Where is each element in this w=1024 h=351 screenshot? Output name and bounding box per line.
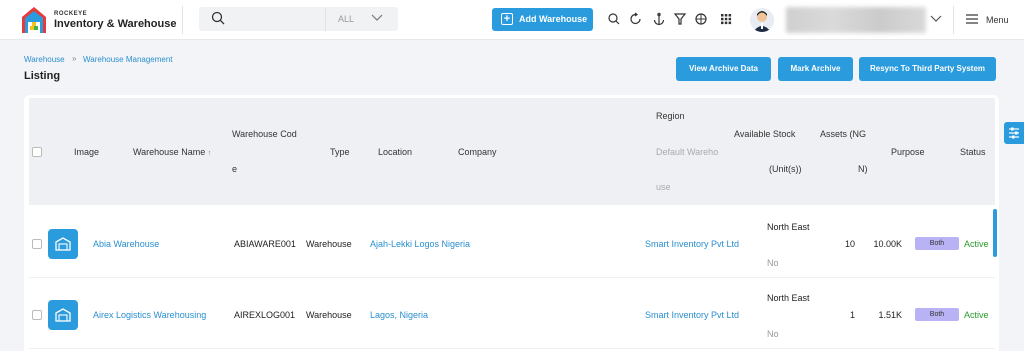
warehouse-icon [48, 229, 78, 259]
available-stock: 10 [844, 239, 855, 249]
column-settings-toggle[interactable] [1004, 122, 1024, 144]
globe-icon[interactable] [694, 12, 708, 26]
add-warehouse-label: Add Warehouse [519, 14, 588, 24]
warehouse-code: AIREXLOG001 [234, 310, 296, 320]
col-default-warehouse: Default Wareho [656, 147, 719, 157]
page-title: Listing [24, 70, 61, 82]
purpose-badge: Both [915, 237, 959, 250]
add-warehouse-button[interactable]: + Add Warehouse [492, 8, 593, 31]
view-archive-button[interactable]: View Archive Data [676, 57, 771, 81]
col-warehouse-name[interactable]: Warehouse Name ↑ [133, 147, 211, 157]
available-stock: 1 [849, 310, 855, 320]
breadcrumb-warehouse[interactable]: Warehouse [24, 55, 65, 64]
divider [182, 6, 183, 34]
search-scope-select[interactable]: ALL [338, 14, 354, 24]
warehouse-type: Warehouse [306, 239, 352, 249]
assets-value: 10.00K [873, 239, 902, 249]
table-row[interactable]: Airex Logistics Warehousing AIREXLOG001 … [29, 279, 995, 349]
col-warehouse-name-label: Warehouse Name [133, 147, 206, 157]
location-link[interactable]: Lagos, Nigeria [370, 310, 428, 320]
refresh-icon[interactable] [629, 12, 643, 26]
breadcrumb-separator-icon: » [72, 54, 77, 63]
col-region: Region [656, 111, 685, 121]
chevron-down-icon[interactable] [371, 13, 383, 23]
warehouse-name-link[interactable]: Abia Warehouse [93, 239, 159, 249]
purpose-badge: Both [915, 308, 959, 321]
anchor-icon[interactable] [652, 12, 666, 26]
status-badge: Active [964, 310, 989, 320]
warehouse-table: Image Warehouse Name ↑ Warehouse Cod e T… [24, 95, 999, 351]
user-name-redacted[interactable] [786, 7, 926, 33]
col-code: Warehouse Cod [232, 129, 297, 139]
search-input[interactable] [231, 10, 321, 28]
search-icon [211, 11, 225, 25]
default-warehouse: No [767, 329, 779, 339]
col-code-wrap: e [232, 164, 238, 174]
col-image: Image [74, 147, 100, 157]
sliders-icon [1009, 127, 1019, 139]
avatar[interactable] [750, 8, 774, 32]
resync-button[interactable]: Resync To Third Party System [859, 57, 996, 81]
breadcrumb-warehouse-management[interactable]: Warehouse Management [83, 55, 173, 64]
plus-icon: + [501, 13, 513, 25]
mark-archive-button[interactable]: Mark Archive [778, 57, 853, 81]
warehouse-code: ABIAWARE001 [234, 239, 296, 249]
assets-value: 1.51K [878, 310, 902, 320]
menu-label[interactable]: Menu [986, 15, 1009, 25]
warehouse-image-icon [55, 237, 71, 251]
location-link[interactable]: Ajah-Lekki Logos Nigeria [370, 239, 470, 249]
col-available-stock-unit: (Unit(s)) [769, 164, 802, 174]
chevron-down-icon[interactable] [930, 14, 942, 24]
col-default-warehouse-wrap: use [656, 182, 671, 192]
company-link[interactable]: Smart Inventory Pvt Ltd [645, 239, 739, 249]
col-location: Location [378, 147, 413, 157]
col-type: Type [330, 147, 350, 157]
region: North East [767, 293, 810, 303]
search-icon[interactable] [607, 12, 621, 26]
hamburger-menu-icon[interactable] [965, 13, 979, 25]
row-checkbox[interactable] [32, 310, 42, 320]
status-badge: Active [964, 239, 989, 249]
col-purpose: Purpose [891, 147, 925, 157]
search-bar[interactable]: ALL [199, 7, 398, 31]
top-bar: ROCKEYE Inventory & Warehouse ALL + Add … [0, 0, 1024, 40]
col-available-stock: Available Stock [734, 129, 796, 139]
brand-title: Inventory & Warehouse [54, 18, 177, 30]
warehouse-image-icon [55, 308, 71, 322]
warehouse-type: Warehouse [306, 310, 352, 320]
brand-subtitle: ROCKEYE [54, 11, 88, 17]
sort-arrow-icon[interactable]: ↑ [208, 150, 212, 157]
apps-grid-icon[interactable] [719, 12, 733, 26]
row-checkbox[interactable] [32, 239, 42, 249]
company-link[interactable]: Smart Inventory Pvt Ltd [645, 310, 739, 320]
select-all-checkbox[interactable] [32, 147, 42, 157]
divider [953, 6, 954, 34]
warehouse-logo-icon[interactable] [20, 5, 48, 35]
filter-icon[interactable] [673, 12, 687, 26]
region: North East [767, 222, 810, 232]
col-company: Company [458, 147, 497, 157]
table-row[interactable]: Abia Warehouse ABIAWARE001 Warehouse Aja… [29, 208, 995, 278]
user-avatar-icon [753, 11, 771, 32]
search-divider [325, 7, 326, 31]
col-assets: Assets (NG [820, 129, 867, 139]
warehouse-name-link[interactable]: Airex Logistics Warehousing [93, 310, 206, 320]
warehouse-icon [48, 300, 78, 330]
default-warehouse: No [767, 258, 779, 268]
col-status: Status [960, 147, 986, 157]
table-scrollbar[interactable] [993, 209, 997, 257]
table-header: Image Warehouse Name ↑ Warehouse Cod e T… [29, 98, 995, 205]
col-assets-wrap: N) [858, 164, 868, 174]
